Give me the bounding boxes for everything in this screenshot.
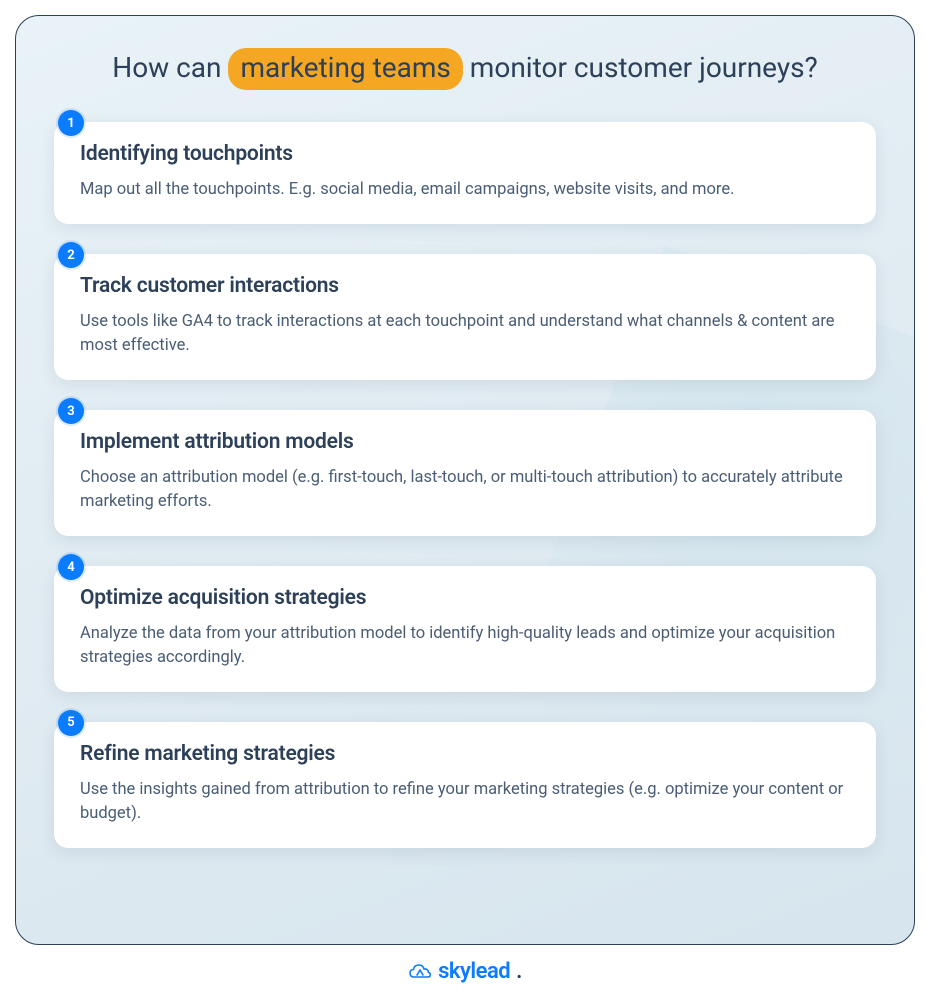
step-4: 4 Optimize acquisition strategies Analyz…: [54, 566, 876, 692]
step-badge: 3: [58, 398, 84, 424]
step-card: Track customer interactions Use tools li…: [54, 254, 876, 380]
step-heading: Identifying touchpoints: [80, 142, 850, 166]
title-pre: How can: [112, 51, 221, 84]
step-body: Map out all the touchpoints. E.g. social…: [80, 178, 850, 202]
page-title: How can marketing teams monitor customer…: [54, 48, 876, 90]
step-heading: Refine marketing strategies: [80, 742, 850, 766]
step-heading: Optimize acquisition strategies: [80, 586, 850, 610]
step-badge: 4: [58, 554, 84, 580]
step-card: Refine marketing strategies Use the insi…: [54, 722, 876, 848]
step-badge: 5: [58, 710, 84, 736]
cloud-icon: [408, 963, 432, 981]
step-card: Optimize acquisition strategies Analyze …: [54, 566, 876, 692]
title-post: monitor customer journeys?: [470, 51, 818, 84]
steps-list: 1 Identifying touchpoints Map out all th…: [54, 122, 876, 847]
step-body: Analyze the data from your attribution m…: [80, 622, 850, 670]
brand-name: skylead: [438, 959, 510, 984]
step-2: 2 Track customer interactions Use tools …: [54, 254, 876, 380]
title-highlight: marketing teams: [228, 48, 462, 90]
brand-logo: skylead.: [408, 959, 522, 984]
step-body: Use the insights gained from attribution…: [80, 778, 850, 826]
step-3: 3 Implement attribution models Choose an…: [54, 410, 876, 536]
step-5: 5 Refine marketing strategies Use the in…: [54, 722, 876, 848]
infographic-panel: How can marketing teams monitor customer…: [15, 15, 915, 945]
step-heading: Track customer interactions: [80, 274, 850, 298]
step-card: Identifying touchpoints Map out all the …: [54, 122, 876, 224]
step-body: Use tools like GA4 to track interactions…: [80, 310, 850, 358]
brand-dot: .: [516, 959, 522, 984]
step-body: Choose an attribution model (e.g. first-…: [80, 466, 850, 514]
step-card: Implement attribution models Choose an a…: [54, 410, 876, 536]
step-heading: Implement attribution models: [80, 430, 850, 454]
step-1: 1 Identifying touchpoints Map out all th…: [54, 122, 876, 224]
